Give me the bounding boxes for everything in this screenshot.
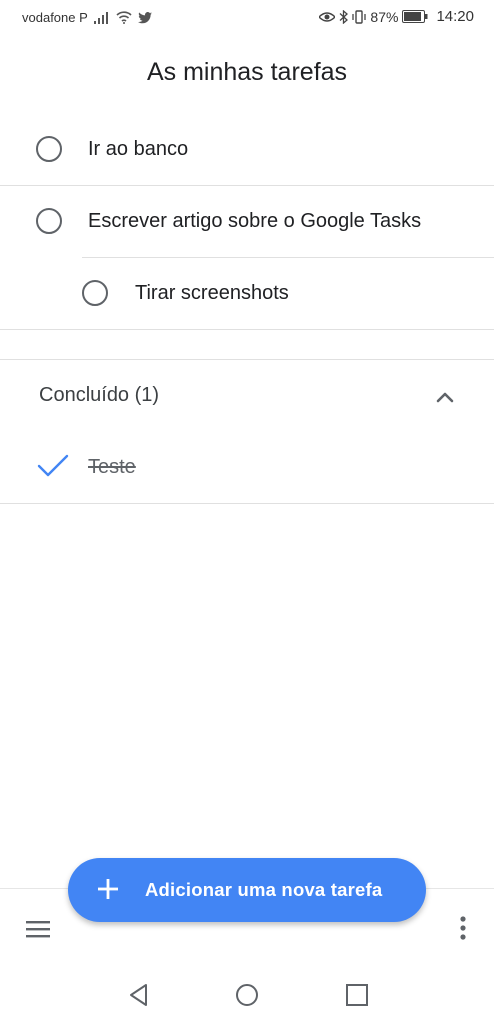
- signal-icon: [93, 11, 108, 24]
- twitter-icon: [137, 11, 152, 23]
- add-task-label: Adicionar uma nova tarefa: [145, 879, 383, 900]
- task-row[interactable]: Ir ao banco: [0, 114, 494, 186]
- task-label[interactable]: Escrever artigo sobre o Google Tasks: [88, 210, 421, 233]
- carrier-label: vodafone P: [22, 10, 88, 25]
- task-checkbox[interactable]: [82, 280, 108, 306]
- subtask-row[interactable]: Tirar screenshots: [0, 258, 494, 330]
- task-label[interactable]: Tirar screenshots: [135, 282, 289, 305]
- task-checkbox[interactable]: [36, 208, 62, 234]
- divider: [0, 503, 494, 504]
- page-title: As minhas tarefas: [146, 58, 348, 86]
- bluetooth-icon: [339, 9, 349, 24]
- eye-icon: [319, 11, 336, 22]
- add-task-button[interactable]: Adicionar uma nova tarefa: [68, 858, 426, 922]
- menu-icon[interactable]: [24, 919, 52, 943]
- vibrate-icon: [352, 9, 367, 24]
- divider: [0, 329, 494, 330]
- task-checkbox[interactable]: [36, 136, 62, 162]
- completed-title: Concluído (1): [39, 384, 160, 406]
- clock: 14:20: [436, 8, 474, 25]
- more-options-icon[interactable]: [458, 915, 468, 943]
- task-row[interactable]: Escrever artigo sobre o Google Tasks: [0, 186, 494, 258]
- chevron-up-icon[interactable]: [430, 382, 460, 412]
- plus-icon: [98, 879, 118, 899]
- check-icon[interactable]: [36, 450, 70, 480]
- status-left: vodafone P: [22, 10, 152, 25]
- battery-icon: [402, 10, 428, 23]
- system-nav-bar: [0, 968, 494, 1024]
- status-bar: vodafone P 87% 14:20: [0, 0, 494, 36]
- completed-section-header[interactable]: Concluído (1): [0, 360, 494, 430]
- wifi-icon: [116, 11, 132, 24]
- completed-task-label[interactable]: Teste: [88, 456, 136, 479]
- recents-icon[interactable]: [344, 982, 370, 1008]
- back-icon[interactable]: [126, 982, 152, 1008]
- task-label[interactable]: Ir ao banco: [88, 138, 188, 161]
- status-right: 87% 14:20: [319, 8, 474, 25]
- home-icon[interactable]: [234, 982, 260, 1008]
- battery-percent: 87%: [370, 8, 399, 25]
